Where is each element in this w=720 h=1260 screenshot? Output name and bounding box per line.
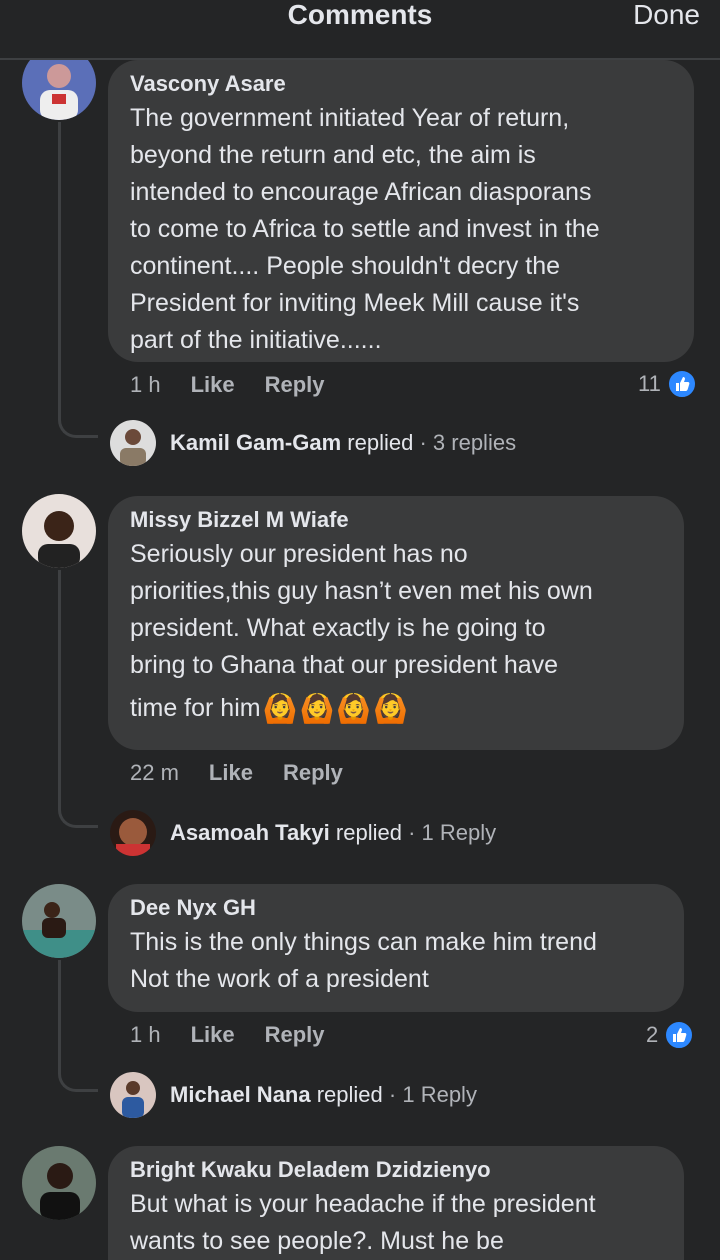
like-count-value: 2 [646, 1022, 659, 1047]
comment-text-line: bring to Ghana that our president have [130, 651, 559, 679]
woman-gesturing-ok-emoji: 🙆 [262, 693, 298, 725]
comment-item: Bright Kwaku Deladem Dzidzienyo But what… [0, 1130, 720, 1260]
reply-avatar [110, 1072, 156, 1118]
comment-text-line: intended to encourage African diasporans [130, 178, 592, 206]
comment-author[interactable]: Dee Nyx GH [130, 892, 662, 924]
comment-bubble[interactable]: Dee Nyx GH This is the only things can m… [108, 884, 684, 1012]
like-button[interactable]: Like [191, 1020, 235, 1050]
comments-header: Comments Done [0, 0, 720, 60]
comment-bubble[interactable]: Vascony Asare The government initiated Y… [108, 60, 694, 362]
like-button[interactable]: Like [209, 758, 253, 788]
reply-author: Kamil Gam-Gam [170, 430, 342, 455]
reply-count: · 1 Reply [388, 1082, 477, 1107]
comment-actions: 1 h Like Reply [130, 370, 325, 400]
comment-text-line: priorities,this guy hasn’t even met his … [130, 577, 593, 605]
comment-text-line: Not the work of a president [130, 965, 429, 993]
comment-text-line: But what is your headache if the preside… [130, 1190, 596, 1218]
replied-word: replied [347, 430, 414, 455]
comment-text-line: Seriously our president has no [130, 540, 468, 568]
replies-link[interactable]: Asamoah Takyi replied · 1 Reply [110, 810, 496, 856]
reply-avatar [110, 420, 156, 466]
comment-time: 22 m [130, 760, 179, 785]
comment-text-last-line: time for him 🙆 🙆 🙆 🙆 [130, 690, 662, 727]
comment-bubble[interactable]: Bright Kwaku Deladem Dzidzienyo But what… [108, 1146, 684, 1260]
comment-time: 1 h [130, 372, 161, 397]
comment-actions: 1 h Like Reply [130, 1020, 325, 1050]
avatar[interactable] [22, 1146, 96, 1220]
reply-summary: Michael Nana replied · 1 Reply [170, 1080, 477, 1110]
done-button[interactable]: Done [633, 0, 700, 30]
reply-button[interactable]: Reply [283, 758, 343, 788]
reply-button[interactable]: Reply [265, 370, 325, 400]
thumbs-up-icon [666, 369, 697, 399]
page-title: Comments [287, 0, 433, 30]
comment-text-line: beyond the return and etc, the aim is [130, 141, 536, 169]
reply-author: Michael Nana [170, 1082, 311, 1107]
avatar[interactable] [22, 884, 96, 958]
comment-text-line: president. What exactly is he going to [130, 614, 546, 642]
comment-text-line: to come to Africa to settle and invest i… [130, 215, 600, 243]
reply-avatar [110, 810, 156, 856]
comment-time: 1 h [130, 1022, 161, 1047]
reply-summary: Asamoah Takyi replied · 1 Reply [170, 818, 496, 848]
comment-author[interactable]: Bright Kwaku Deladem Dzidzienyo [130, 1154, 662, 1186]
replies-link[interactable]: Kamil Gam-Gam replied · 3 replies [110, 420, 516, 466]
comment-text-line: President for inviting Meek Mill cause i… [130, 289, 580, 317]
avatar[interactable] [22, 494, 96, 568]
comment-text-line: time for him [130, 694, 261, 722]
reply-author: Asamoah Takyi [170, 820, 330, 845]
woman-gesturing-ok-emoji: 🙆 [336, 693, 372, 725]
reply-summary: Kamil Gam-Gam replied · 3 replies [170, 428, 516, 458]
woman-gesturing-ok-emoji: 🙆 [373, 693, 409, 725]
thread-line [58, 122, 98, 438]
emoji-group: 🙆 🙆 🙆 🙆 [263, 692, 409, 726]
reply-count: · 3 replies [419, 430, 517, 455]
woman-gesturing-ok-emoji: 🙆 [299, 693, 335, 725]
thread-line [58, 960, 98, 1092]
reply-button[interactable]: Reply [265, 1020, 325, 1050]
replies-link[interactable]: Michael Nana replied · 1 Reply [110, 1072, 477, 1118]
comment-text-line: The government initiated Year of return, [130, 104, 570, 132]
like-button[interactable]: Like [191, 370, 235, 400]
thumbs-up-icon [664, 1020, 695, 1050]
comment-text-line: wants to see people?. Must he be [130, 1227, 504, 1255]
comment-text-line: part of the initiative...... [130, 326, 382, 354]
reply-count: · 1 Reply [408, 820, 497, 845]
comment-bubble[interactable]: Missy Bizzel M Wiafe Seriously our presi… [108, 496, 684, 750]
comment-item: Missy Bizzel M Wiafe Seriously our presi… [0, 480, 720, 870]
like-count[interactable]: 11 [638, 369, 697, 399]
comment-item: Dee Nyx GH This is the only things can m… [0, 870, 720, 1130]
comment-actions: 22 m Like Reply [130, 758, 343, 788]
comment-text-line: This is the only things can make him tre… [130, 928, 597, 956]
replied-word: replied [335, 820, 402, 845]
replied-word: replied [316, 1082, 383, 1107]
thread-line [58, 570, 98, 828]
comment-author[interactable]: Vascony Asare [130, 68, 672, 100]
comment-item: Vascony Asare The government initiated Y… [0, 0, 720, 480]
like-count[interactable]: 2 [646, 1020, 695, 1050]
comment-text-line: continent.... People shouldn't decry the [130, 252, 561, 280]
like-count-value: 11 [638, 371, 661, 396]
comment-author[interactable]: Missy Bizzel M Wiafe [130, 504, 662, 536]
